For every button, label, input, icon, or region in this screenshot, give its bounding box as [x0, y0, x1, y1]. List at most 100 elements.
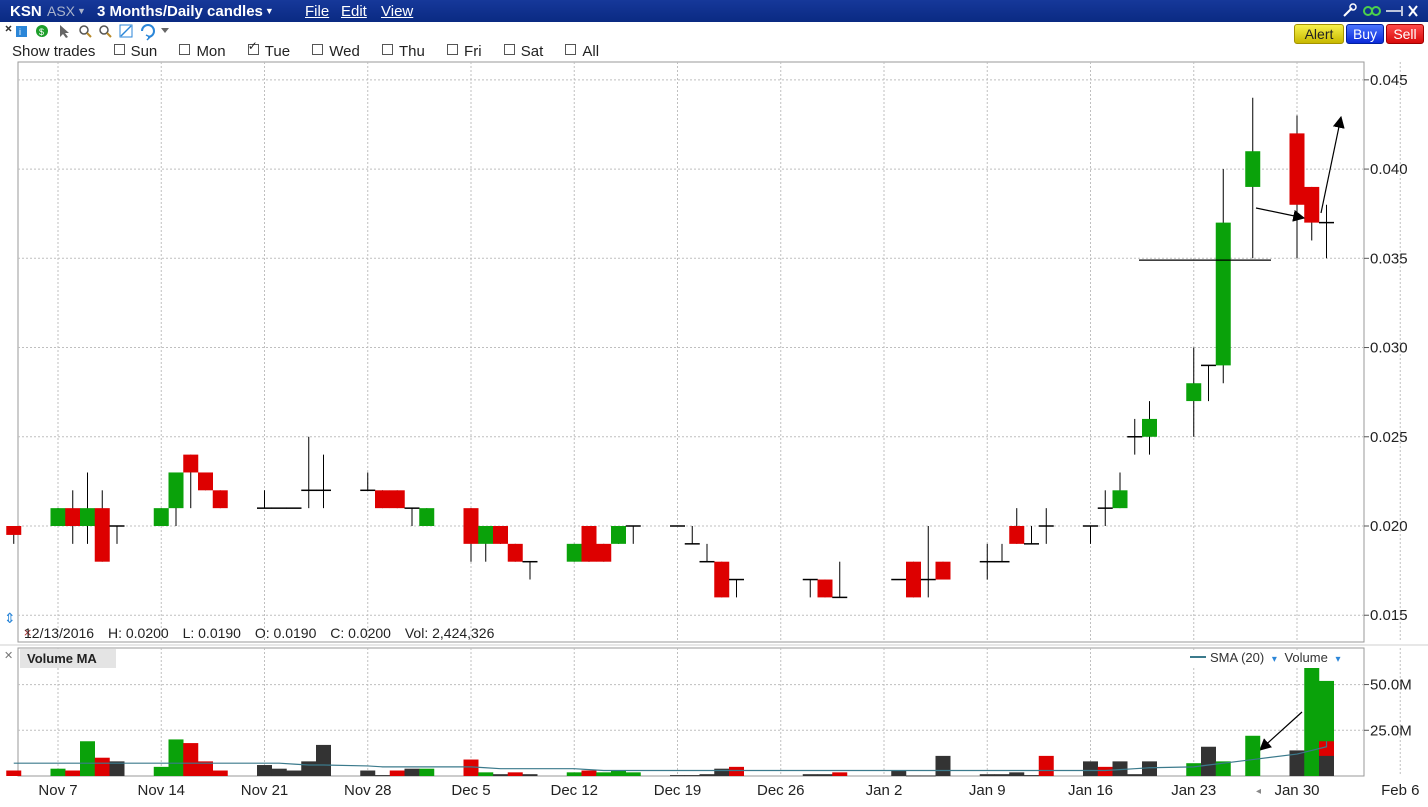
volume-bar — [832, 772, 848, 776]
candle-body — [50, 508, 66, 526]
chevron-down-icon[interactable]: ▾ — [1272, 654, 1277, 665]
volume-bar — [286, 770, 302, 776]
volume-bar — [1245, 735, 1261, 776]
candle-body — [168, 472, 184, 509]
volume-bar — [714, 768, 730, 776]
candle-body — [714, 561, 730, 598]
volume-bar — [891, 770, 907, 776]
candle-body — [1215, 222, 1231, 366]
candle-body — [198, 472, 213, 491]
candle-body — [6, 526, 22, 535]
volume-bar — [507, 772, 523, 776]
y-tick-label: 0.035 — [1370, 250, 1408, 267]
volume-bar — [301, 761, 317, 776]
candle-body — [1245, 151, 1261, 187]
readout-volume: Vol: 2,424,326 — [404, 625, 495, 641]
y-tick-label: 0.020 — [1370, 518, 1408, 535]
volume-bar — [257, 765, 272, 776]
volume-bar — [419, 768, 435, 776]
volume-bar — [316, 744, 331, 776]
volume-bar — [979, 774, 995, 776]
candle-body — [65, 508, 81, 526]
volume-y-tick-label: 50.0M — [1370, 677, 1412, 694]
volume-bar — [1127, 774, 1143, 776]
price-chart[interactable]: Nov 7 Nov 14 Nov 21 Nov 28 Dec 5 Dec 12 Dec 19… — [0, 0, 1428, 807]
x-tick-label: Nov 21 — [241, 782, 289, 799]
volume-bar — [581, 770, 597, 776]
x-tick-label: Jan 9 — [969, 782, 1006, 799]
volume-bar — [670, 775, 685, 777]
volume-bar — [1009, 772, 1025, 776]
volume-legend: SMA (20) ▾ Volume ▾ — [1160, 650, 1360, 668]
candle-body — [153, 508, 169, 526]
candle-body — [1112, 490, 1128, 509]
candle-body — [1186, 383, 1202, 402]
candle-body — [507, 543, 523, 562]
volume-bar — [1038, 755, 1054, 776]
candle-body — [1009, 526, 1025, 544]
x-tick-label: Dec 26 — [757, 782, 805, 799]
candle-body — [493, 526, 508, 544]
x-tick-label: Jan 30 — [1274, 782, 1319, 799]
x-tick-label: Jan 2 — [866, 782, 903, 799]
y-tick-label: 0.025 — [1370, 429, 1408, 446]
close-panel-icon: ✕ — [4, 649, 13, 662]
volume-bar — [699, 774, 715, 776]
volume-bar — [94, 757, 110, 776]
legend-volume[interactable]: Volume — [1284, 650, 1327, 665]
volume-bar — [729, 766, 744, 776]
volume-bar — [1304, 651, 1320, 776]
price-panel-frame — [17, 61, 1365, 643]
volume-bar — [404, 768, 420, 776]
volume-bar — [389, 770, 405, 776]
volume-bar — [271, 768, 287, 776]
candle-body — [596, 543, 612, 562]
volume-bar — [994, 774, 1010, 776]
legend-sma[interactable]: SMA (20) — [1210, 650, 1264, 665]
volume-bar — [493, 774, 508, 776]
candle-body — [375, 490, 390, 509]
x-tick-label: Nov 7 — [38, 782, 77, 799]
candle-body — [1142, 418, 1157, 437]
volume-panel-title: Volume MA — [20, 649, 116, 668]
volume-bar — [817, 774, 833, 776]
chevron-down-icon[interactable]: ▾ — [1335, 654, 1340, 665]
volume-bar — [920, 775, 936, 777]
volume-bar — [168, 739, 184, 776]
volume-bar — [1083, 761, 1098, 776]
expand-icon: ⇕ — [4, 611, 16, 627]
x-tick-label: Dec 5 — [451, 782, 490, 799]
candle-body — [906, 561, 921, 598]
volume-bar — [375, 775, 390, 777]
volume-bar — [478, 772, 494, 776]
candle-body — [1304, 186, 1320, 223]
readout-close: C: 0.0200 — [330, 625, 391, 641]
volume-bar — [65, 770, 81, 776]
volume-bar — [802, 774, 818, 776]
x-tick-label: Jan 23 — [1171, 782, 1216, 799]
readout-open: O: 0.0190 — [254, 625, 317, 641]
volume-bar — [153, 766, 169, 776]
y-tick-label: 0.045 — [1370, 72, 1408, 89]
volume-bar — [212, 770, 228, 776]
candle-body — [817, 579, 833, 598]
volume-bar — [596, 772, 612, 776]
x-tick-label: Nov 28 — [344, 782, 392, 799]
candle-body — [212, 490, 228, 509]
candle-body — [935, 561, 951, 580]
volume-bar — [566, 772, 582, 776]
candle-body — [566, 543, 582, 562]
readout-low: L: 0.0190 — [182, 625, 241, 641]
volume-bar — [684, 775, 700, 777]
candle-body — [94, 508, 110, 562]
candle-body — [463, 508, 479, 544]
candle-body — [581, 526, 597, 562]
volume-bar — [1319, 755, 1334, 776]
volume-bar — [360, 770, 376, 776]
scroll-left-icon: ◂ — [1256, 786, 1261, 797]
volume-bar — [80, 741, 95, 776]
candle-body — [1289, 133, 1305, 205]
volume-bar — [935, 755, 951, 776]
candle-body — [419, 508, 435, 526]
volume-bar — [50, 768, 66, 776]
